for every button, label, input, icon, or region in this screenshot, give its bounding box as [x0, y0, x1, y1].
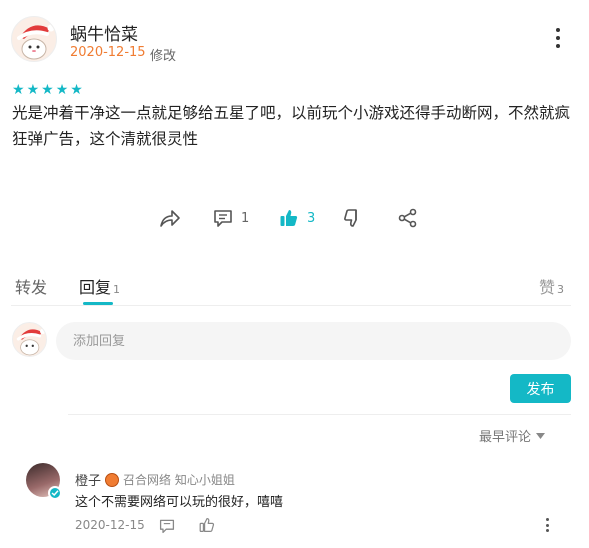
reply-input[interactable] — [56, 322, 571, 360]
section-divider — [68, 414, 571, 415]
dislike-button[interactable] — [343, 208, 363, 228]
comment-text: 这个不需要网络可以玩的很好，嘻嘻 — [75, 495, 284, 510]
author-name[interactable]: 蜗牛恰菜 — [70, 20, 138, 45]
share-nodes-icon — [398, 208, 417, 228]
tab-reply-label: 回复 — [79, 278, 112, 297]
like-count: 3 — [307, 210, 316, 226]
verified-badge-icon — [48, 486, 62, 500]
santa-hamster-avatar-icon — [17, 24, 55, 60]
tab-repost[interactable]: 转发 — [15, 274, 47, 298]
tab-likes-label: 赞 — [539, 278, 556, 297]
comment-like-button[interactable] — [199, 517, 215, 537]
commenter-tag: 召合网络 知心小姐姐 — [123, 473, 235, 487]
share-button[interactable] — [159, 208, 181, 228]
star-icon: ★ — [70, 82, 83, 98]
caret-down-icon — [536, 432, 546, 439]
current-user-avatar — [12, 322, 47, 357]
santa-hamster-avatar-icon — [16, 328, 46, 356]
comment-more-options-icon[interactable] — [544, 518, 550, 532]
tab-reply-count: 1 — [113, 283, 121, 296]
commenter-info: 橙子 召合网络 知心小姐姐 — [75, 470, 235, 489]
tab-repost-label: 转发 — [15, 278, 48, 297]
comment-date: 2020-12-15 — [75, 518, 145, 532]
edited-label: 修改 — [150, 49, 177, 64]
star-icon: ★ — [41, 82, 54, 98]
star-rating: ★ ★ ★ ★ ★ — [12, 83, 83, 97]
post-reply-button[interactable]: 发布 — [510, 374, 571, 403]
detail-tabs: 转发 回复 1 赞3 — [0, 270, 589, 305]
tab-likes-count: 3 — [557, 283, 565, 296]
tab-reply[interactable]: 回复 1 — [79, 274, 120, 298]
review-text: 光是冲着干净这一点就足够给五星了吧，以前玩个小游戏还得手动断网，不然就疯狂弹广告… — [12, 104, 571, 148]
tab-likes[interactable]: 赞3 — [539, 274, 564, 298]
thumbs-down-icon — [344, 209, 357, 227]
comment-icon — [214, 210, 232, 227]
sort-dropdown[interactable]: 最早评论 — [479, 426, 546, 445]
share-arrow-icon — [160, 210, 180, 227]
forward-button[interactable] — [398, 208, 418, 228]
thumbs-up-icon — [199, 518, 215, 532]
thumbs-up-icon — [280, 210, 298, 226]
author-avatar[interactable] — [11, 16, 57, 62]
comment-reply-button[interactable] — [159, 518, 175, 538]
comment-button[interactable]: 1 — [213, 208, 249, 228]
post-date: 2020-12-15 — [70, 45, 146, 60]
orange-badge-icon — [105, 472, 120, 487]
tabs-divider — [11, 305, 571, 306]
commenter-name[interactable]: 橙子 — [75, 470, 101, 489]
comment-icon — [159, 519, 175, 534]
star-icon: ★ — [55, 82, 69, 98]
star-icon: ★ — [12, 82, 25, 98]
like-button[interactable]: 3 — [279, 208, 315, 228]
sort-label: 最早评论 — [479, 430, 532, 445]
comment-count: 1 — [241, 210, 250, 226]
more-options-icon[interactable] — [549, 28, 567, 48]
star-icon: ★ — [26, 82, 40, 98]
